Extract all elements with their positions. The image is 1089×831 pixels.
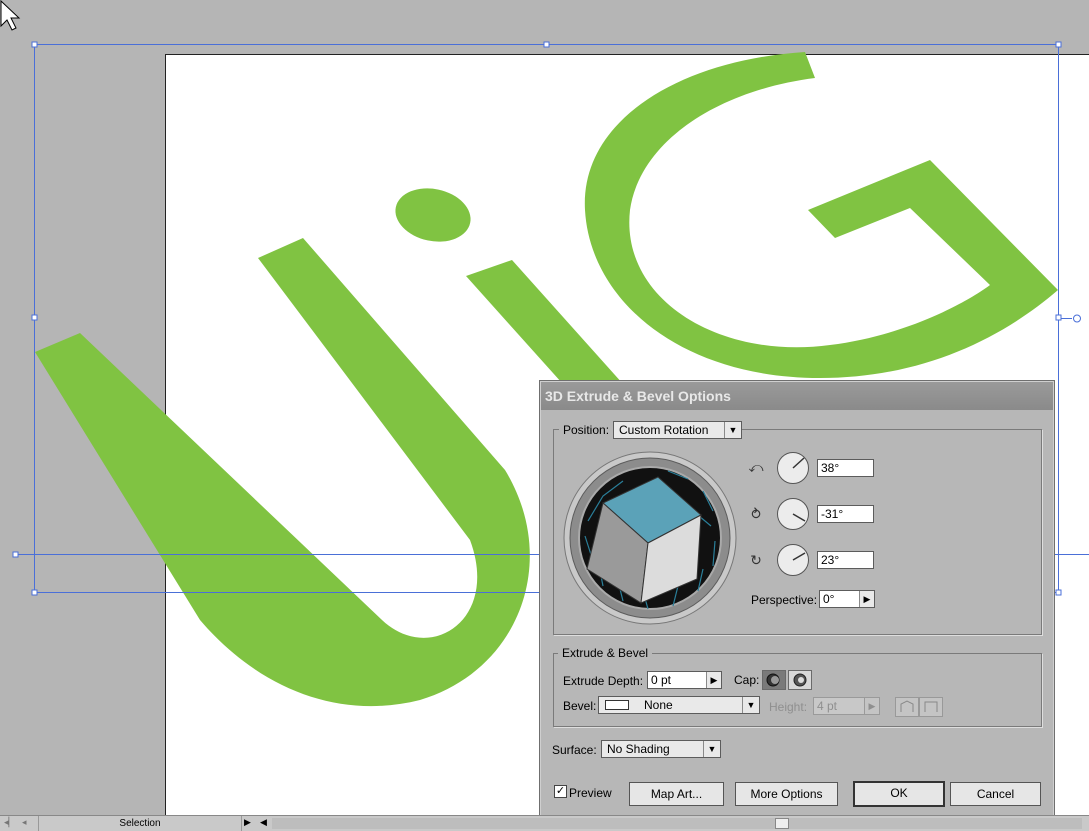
position-label: Position:	[559, 423, 614, 437]
cap-on-button[interactable]	[762, 670, 786, 690]
chevron-down-icon: ▼	[703, 741, 720, 757]
x-axis-rotate-icon: ⤺	[748, 459, 764, 475]
status-tool-label: Selection	[38, 816, 242, 831]
status-menu-arrow-icon[interactable]: ▶	[244, 817, 251, 828]
cap-on-icon	[766, 673, 780, 687]
extrude-bevel-group-label: Extrude & Bevel	[558, 646, 653, 660]
dial-needle-icon	[792, 552, 806, 561]
y-axis-rotate-icon: ⥁	[751, 506, 761, 522]
letter-g	[584, 52, 1058, 378]
chevron-down-icon: ▼	[742, 697, 759, 713]
extrude-depth-label: Extrude Depth:	[563, 674, 644, 688]
cap-label: Cap:	[734, 673, 760, 687]
ok-button[interactable]: OK	[853, 781, 945, 807]
position-dropdown[interactable]: Custom Rotation ▼	[613, 421, 742, 439]
preview-label[interactable]: Preview	[569, 786, 612, 800]
bevel-label: Bevel:	[563, 699, 597, 713]
first-page-icon[interactable]: ◂▏	[4, 817, 15, 828]
bevel-preview-icon	[605, 700, 629, 710]
cap-off-button[interactable]	[788, 670, 812, 690]
x-rotation-dial[interactable]	[777, 452, 809, 484]
status-bar: ◂▏ ◂ Selection ▶ ◀	[0, 815, 1089, 831]
prev-page-icon[interactable]: ◂	[22, 817, 27, 828]
bevel-out-button[interactable]	[895, 697, 919, 717]
x-rotation-field[interactable]: 38°	[817, 459, 874, 477]
perspective-field[interactable]: 0° ▶	[819, 590, 875, 608]
scrollbar-thumb[interactable]	[775, 818, 789, 829]
bevel-dropdown[interactable]: None ▼	[598, 696, 760, 714]
y-rotation-dial[interactable]	[777, 498, 809, 530]
extrude-depth-field[interactable]: 0 pt ▶	[647, 671, 722, 689]
bevel-in-button[interactable]	[919, 697, 943, 717]
dial-needle-icon	[792, 513, 806, 522]
arrow-right-icon[interactable]: ▶	[864, 698, 879, 714]
letter-u	[35, 238, 530, 707]
more-options-button[interactable]: More Options	[735, 782, 838, 806]
horizontal-scrollbar[interactable]	[272, 818, 1082, 829]
height-field[interactable]: 4 pt ▶	[813, 697, 880, 715]
surface-label: Surface:	[552, 743, 597, 757]
map-art-button[interactable]: Map Art...	[629, 782, 724, 806]
mouse-cursor-icon	[0, 0, 21, 31]
extrude-bevel-dialog: 3D Extrude & Bevel Options Position: Cus…	[539, 380, 1055, 817]
perspective-label: Perspective:	[751, 593, 818, 607]
arrow-right-icon[interactable]: ▶	[859, 591, 874, 607]
z-axis-rotate-icon: ↻	[750, 552, 762, 568]
y-rotation-field[interactable]: -31°	[817, 505, 874, 523]
dialog-title[interactable]: 3D Extrude & Bevel Options	[541, 382, 1053, 410]
scroll-left-icon[interactable]: ◀	[260, 817, 267, 828]
bevel-out-icon	[900, 700, 914, 712]
dial-needle-icon	[792, 457, 805, 469]
height-label: Height:	[769, 700, 808, 714]
surface-dropdown[interactable]: No Shading ▼	[601, 740, 721, 758]
cancel-button[interactable]: Cancel	[950, 782, 1041, 806]
arrow-right-icon[interactable]: ▶	[706, 672, 721, 688]
letter-i-dot	[395, 188, 471, 242]
z-rotation-dial[interactable]	[777, 544, 809, 576]
cap-off-icon	[793, 673, 807, 687]
rotation-track-cube[interactable]	[563, 451, 737, 625]
z-rotation-field[interactable]: 23°	[817, 551, 874, 569]
preview-checkbox[interactable]: ✓	[554, 785, 567, 798]
bevel-in-icon	[924, 701, 938, 712]
chevron-down-icon: ▼	[724, 422, 741, 438]
